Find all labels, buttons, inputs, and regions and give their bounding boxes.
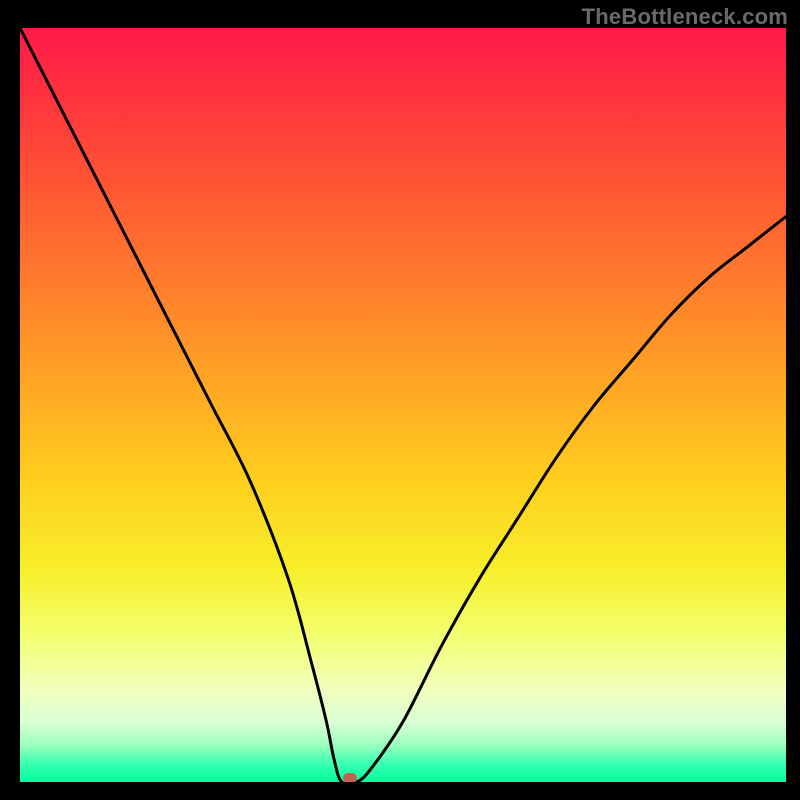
plot-area [20, 28, 786, 782]
watermark-text: TheBottleneck.com [582, 4, 788, 30]
curve-path [20, 28, 786, 782]
curve-layer [20, 28, 786, 782]
highlight-marker [343, 773, 357, 782]
chart-frame: TheBottleneck.com [0, 0, 800, 800]
